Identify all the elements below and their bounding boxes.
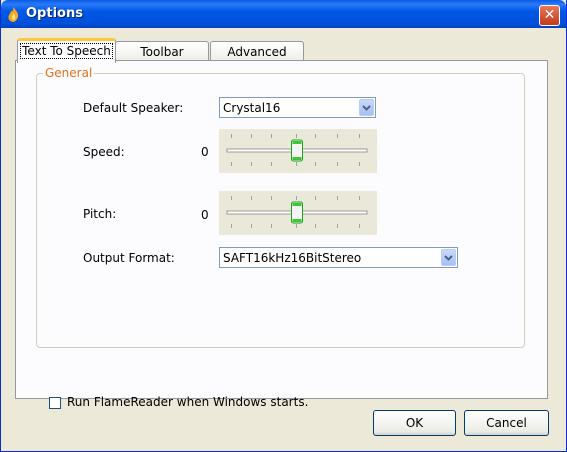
close-button[interactable]: ✕ [539, 5, 560, 26]
default-speaker-label: Default Speaker: [83, 101, 184, 115]
group-legend: General [43, 66, 95, 80]
options-window: Options ✕ Text To Speech Toolbar Advance… [0, 0, 567, 452]
speed-label: Speed: [83, 145, 125, 159]
output-format-value: SAFT16kHz16BitStereo [223, 251, 362, 265]
startup-checkbox-label[interactable]: Run FlameReader when Windows starts. [67, 395, 308, 409]
ok-button[interactable]: OK [373, 410, 456, 436]
speed-slider[interactable] [219, 129, 377, 173]
speed-slider-track [226, 134, 368, 166]
tab-label: Advanced [227, 45, 287, 59]
dialog-content: Text To Speech Toolbar Advanced General … [1, 28, 566, 451]
pitch-label: Pitch: [83, 207, 117, 221]
pitch-value: 0 [201, 208, 209, 222]
dropdown-button[interactable] [359, 99, 374, 116]
chevron-down-icon [362, 105, 371, 111]
close-icon: ✕ [543, 7, 556, 23]
ok-button-label: OK [405, 416, 424, 430]
cancel-button[interactable]: Cancel [464, 410, 549, 436]
tab-label: Toolbar [140, 45, 184, 59]
dropdown-button[interactable] [441, 249, 456, 266]
tab-label: Text To Speech [20, 43, 113, 59]
chevron-down-icon [444, 255, 453, 261]
window-title: Options [26, 6, 83, 21]
tab-text-to-speech[interactable]: Text To Speech [17, 38, 116, 63]
speed-value: 0 [201, 145, 209, 159]
pitch-slider-thumb [291, 201, 303, 224]
pitch-slider[interactable] [219, 191, 377, 235]
tab-panel: General Default Speaker: Crystal16 Speed… [15, 60, 548, 409]
default-speaker-select[interactable]: Crystal16 [219, 97, 376, 118]
cancel-button-label: Cancel [486, 416, 527, 430]
default-speaker-value: Crystal16 [223, 101, 281, 115]
output-format-select[interactable]: SAFT16kHz16BitStereo [219, 247, 458, 268]
title-bar[interactable]: Options ✕ [1, 0, 566, 28]
speed-slider-thumb [291, 139, 303, 162]
output-format-label: Output Format: [83, 251, 175, 265]
pitch-slider-track [226, 196, 368, 228]
flame-icon [8, 7, 19, 22]
startup-checkbox[interactable] [49, 397, 61, 409]
